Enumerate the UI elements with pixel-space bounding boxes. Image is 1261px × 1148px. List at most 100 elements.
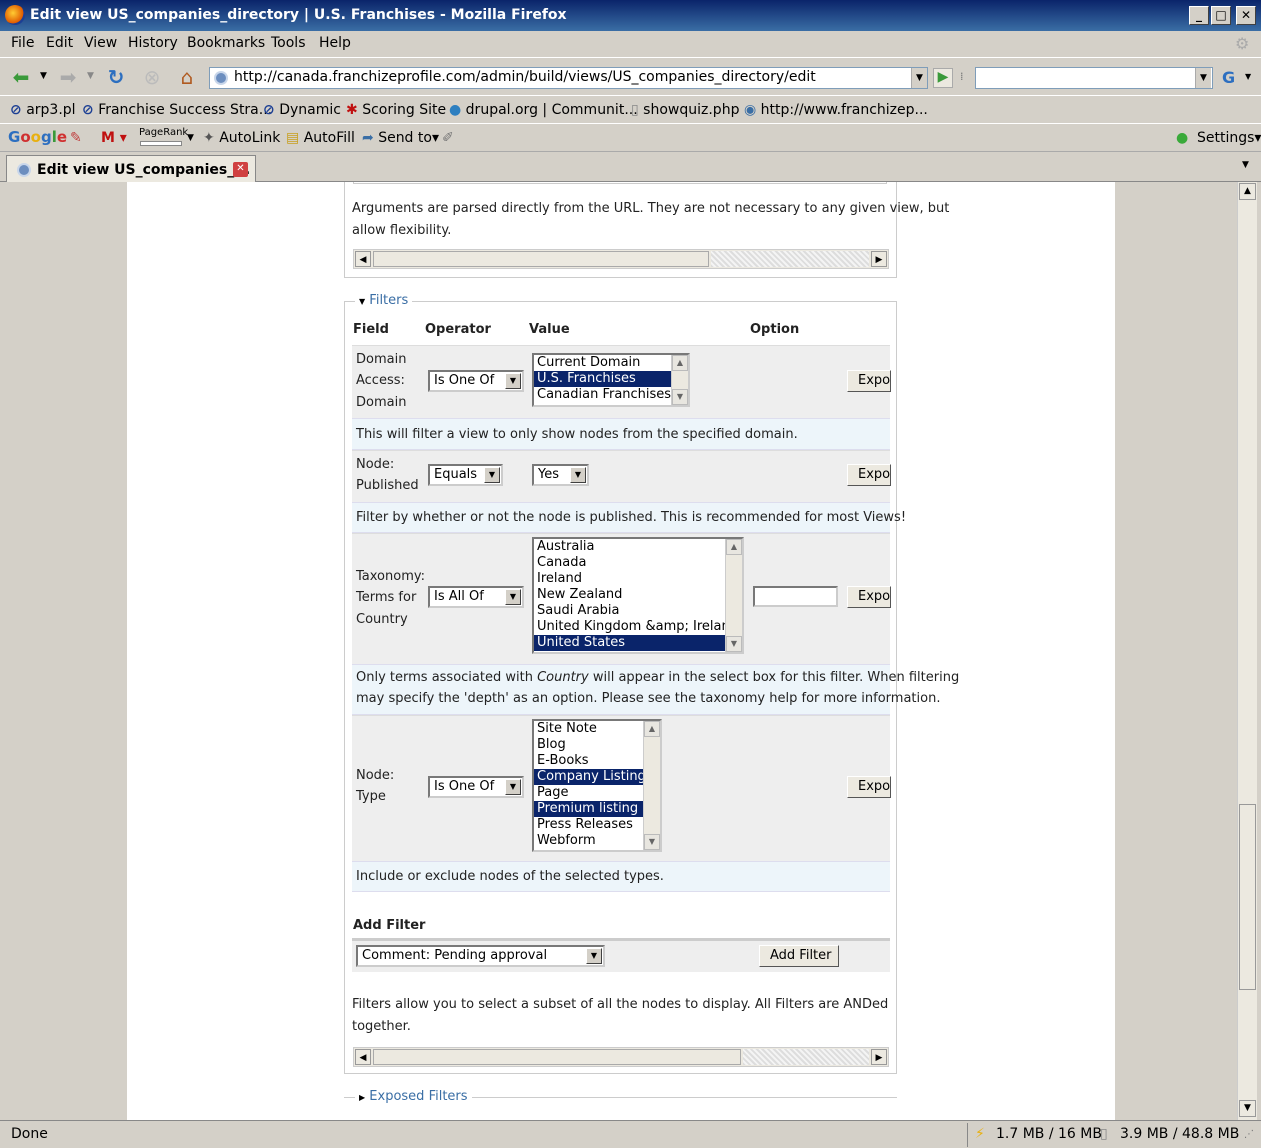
home-icon[interactable]: ⌂: [174, 66, 200, 88]
list-item[interactable]: Blog: [534, 737, 660, 753]
scroll-down-icon[interactable]: ▼: [672, 389, 688, 405]
list-item[interactable]: Current Domain: [534, 355, 688, 371]
settings-button[interactable]: Settings▾: [1197, 130, 1261, 146]
operator-select[interactable]: Is One Of ▼: [428, 776, 524, 798]
bookmark-star-icon[interactable]: ✎: [70, 130, 82, 146]
scroll-up-icon[interactable]: ▲: [644, 721, 660, 737]
menu-view[interactable]: View: [84, 35, 117, 51]
list-item[interactable]: United States: [534, 635, 742, 651]
tab-list-dropdown-icon[interactable]: ▼: [1242, 160, 1249, 170]
scrollbar-thumb[interactable]: [1239, 804, 1256, 990]
google-search-engine-icon[interactable]: G: [1222, 68, 1235, 87]
scrollbar-thumb[interactable]: [373, 1049, 741, 1065]
list-item[interactable]: Premium listing: [534, 801, 660, 817]
back-history-dropdown-icon[interactable]: ▼: [40, 71, 47, 81]
scroll-left-icon[interactable]: ◀: [355, 251, 371, 267]
menu-history[interactable]: History: [128, 35, 178, 51]
sendto-button[interactable]: ➦ Send to▾: [362, 130, 439, 146]
add-filter-button[interactable]: Add Filter: [759, 945, 839, 967]
domain-listbox[interactable]: Current Domain U.S. Franchises Canadian …: [532, 353, 690, 407]
list-item[interactable]: Site Note: [534, 721, 660, 737]
google-logo-icon[interactable]: Google: [8, 128, 67, 146]
maximize-button[interactable]: □: [1211, 6, 1231, 25]
operator-select[interactable]: Is All Of ▼: [428, 586, 524, 608]
list-item[interactable]: Australia: [534, 539, 742, 555]
bookmark-franchise-success[interactable]: ⊘ Franchise Success Stra...: [82, 102, 272, 118]
search-dropdown-icon[interactable]: ▼: [1195, 68, 1211, 88]
menu-help[interactable]: Help: [319, 35, 351, 51]
resize-grip-icon[interactable]: ⋰: [1244, 1129, 1254, 1140]
search-engine-dropdown-icon[interactable]: ▼: [1245, 72, 1251, 81]
expose-button[interactable]: Expo: [847, 586, 891, 608]
scroll-up-icon[interactable]: ▲: [672, 355, 688, 371]
list-item[interactable]: E-Books: [534, 753, 660, 769]
operator-select[interactable]: Equals ▼: [428, 464, 503, 486]
reload-icon[interactable]: ↻: [103, 66, 129, 88]
listbox-scrollbar[interactable]: ▲ ▼: [671, 355, 688, 405]
minimize-button[interactable]: _: [1189, 6, 1209, 25]
forward-arrow-icon[interactable]: ➡: [55, 66, 81, 88]
arguments-horizontal-scrollbar[interactable]: ◀ ▶: [353, 249, 889, 269]
filters-legend[interactable]: ▼ Filters: [355, 293, 413, 308]
search-input[interactable]: [975, 67, 1213, 89]
bookmark-showquiz[interactable]: ▯ showquiz.php: [631, 102, 739, 118]
list-item[interactable]: United Kingdom &amp; Ireland: [534, 619, 742, 635]
stop-icon[interactable]: ⊗: [139, 66, 165, 88]
scroll-up-icon[interactable]: ▲: [726, 539, 742, 555]
url-history-dropdown-icon[interactable]: ▼: [911, 68, 927, 88]
bookmark-scoring-site[interactable]: ✱ Scoring Site: [346, 102, 446, 118]
operator-select[interactable]: Is One Of ▼: [428, 370, 524, 392]
autolink-button[interactable]: ✦ AutoLink: [203, 130, 280, 146]
bookmark-dynamic[interactable]: ⊘ Dynamic: [263, 102, 341, 118]
node-type-listbox[interactable]: Site Note Blog E-Books Company Listing P…: [532, 719, 662, 852]
expose-button[interactable]: Expo: [847, 370, 891, 392]
tab-active[interactable]: Edit view US_companies_... ✕: [6, 155, 256, 183]
add-filter-select[interactable]: Comment: Pending approval ▼: [356, 945, 605, 967]
country-listbox[interactable]: Australia Canada Ireland New Zealand Sau…: [532, 537, 744, 654]
menu-bookmarks[interactable]: Bookmarks: [187, 35, 265, 51]
list-item[interactable]: Press Releases: [534, 817, 660, 833]
expose-button[interactable]: Expo: [847, 464, 891, 486]
scrollbar-thumb[interactable]: [373, 251, 709, 267]
page-vertical-scrollbar[interactable]: ▲ ▼: [1237, 182, 1257, 1120]
listbox-scrollbar[interactable]: ▲ ▼: [643, 721, 660, 850]
go-button[interactable]: ▶: [933, 68, 953, 88]
scrollbar-track[interactable]: [711, 251, 869, 267]
depth-input[interactable]: [753, 586, 838, 607]
bookmark-drupal-org[interactable]: ● drupal.org | Communit...: [449, 102, 638, 118]
menu-tools[interactable]: Tools: [271, 35, 306, 51]
listbox-scrollbar[interactable]: ▲ ▼: [725, 539, 742, 652]
resize-handle-icon[interactable]: ⁞: [960, 70, 964, 83]
tab-close-icon[interactable]: ✕: [233, 162, 248, 177]
scroll-down-icon[interactable]: ▼: [1239, 1100, 1256, 1117]
list-item[interactable]: Company Listing: [534, 769, 660, 785]
pencil-icon[interactable]: ✐: [442, 130, 454, 146]
bookmark-arp3[interactable]: ⊘ arp3.pl: [10, 102, 76, 118]
list-item[interactable]: U.S. Franchises: [534, 371, 688, 387]
pagerank-dropdown-icon[interactable]: ▼: [187, 133, 194, 143]
forward-history-dropdown-icon[interactable]: ▼: [87, 71, 94, 81]
scroll-down-icon[interactable]: ▼: [644, 834, 660, 850]
menu-edit[interactable]: Edit: [46, 35, 73, 51]
list-item[interactable]: Webform: [534, 833, 660, 849]
scroll-down-icon[interactable]: ▼: [726, 636, 742, 652]
scroll-left-icon[interactable]: ◀: [355, 1049, 371, 1065]
filters-horizontal-scrollbar[interactable]: ◀ ▶: [353, 1047, 889, 1067]
expose-button[interactable]: Expo: [847, 776, 891, 798]
close-window-button[interactable]: ✕: [1236, 6, 1256, 25]
scroll-right-icon[interactable]: ▶: [871, 251, 887, 267]
list-item[interactable]: New Zealand: [534, 587, 742, 603]
list-item[interactable]: Canada: [534, 555, 742, 571]
published-value-select[interactable]: Yes ▼: [532, 464, 589, 486]
list-item[interactable]: Page: [534, 785, 660, 801]
scroll-up-icon[interactable]: ▲: [1239, 183, 1256, 200]
menu-file[interactable]: File: [11, 35, 34, 51]
scroll-right-icon[interactable]: ▶: [871, 1049, 887, 1065]
list-item[interactable]: Saudi Arabia: [534, 603, 742, 619]
address-bar[interactable]: http://canada.franchizeprofile.com/admin…: [209, 67, 928, 89]
gmail-icon[interactable]: M ▾: [101, 130, 127, 146]
exposed-filters-legend[interactable]: ▶ Exposed Filters: [355, 1089, 472, 1104]
list-item[interactable]: Canadian Franchises: [534, 387, 688, 403]
list-item[interactable]: Ireland: [534, 571, 742, 587]
bookmark-franchizep[interactable]: ◉ http://www.franchizep...: [744, 102, 928, 118]
